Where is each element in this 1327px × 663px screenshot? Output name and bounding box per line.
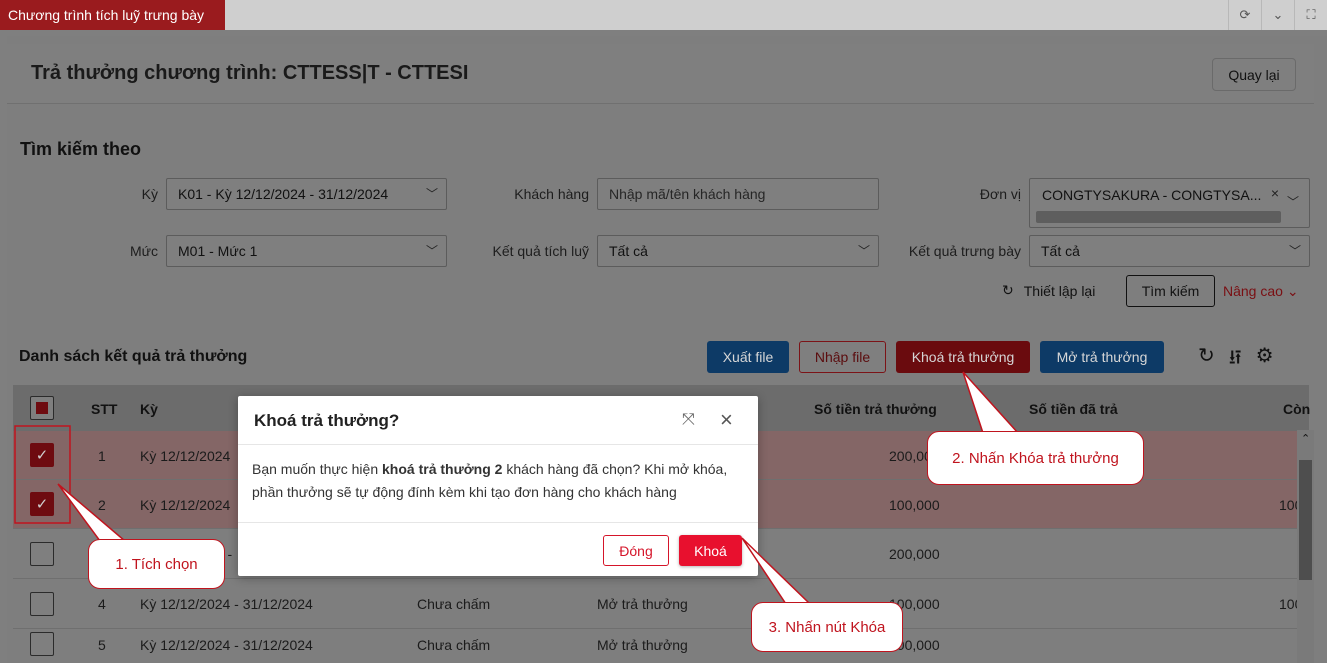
row-period: Kỳ 12/12/2024 [140,497,231,513]
accum-value: Tất cả [609,243,648,259]
table-vertical-scrollbar[interactable]: ⌃ [1297,430,1314,663]
row-checkbox[interactable]: ✓ [30,492,54,516]
export-button[interactable]: Xuất file [707,341,789,373]
row-checkbox[interactable] [30,592,54,616]
dialog-message-prefix: Bạn muốn thực hiện [252,461,383,477]
top-icons: ⟳ ⌄ ⛶ [1228,0,1327,30]
app-tab[interactable]: Chương trình tích luỹ trưng bày [0,0,225,30]
reset-label: Thiết lập lại [1023,282,1096,299]
dialog-message: Bạn muốn thực hiện khoá trả thưởng 2 khá… [252,458,747,504]
page-header: Trả thưởng chương trình: CTTESS|T - CTTE… [7,44,1314,104]
select-all-checkbox[interactable] [30,396,54,420]
horizontal-scrollbar[interactable] [1036,211,1281,223]
row-period: Kỳ 12/12/2024 - 31/12/2024 [140,637,313,653]
chevron-down-icon: ﹀ [425,187,438,201]
list-title: Danh sách kết quả trả thưởng [19,348,248,365]
level-value: M01 - Mức 1 [178,243,258,259]
table-row[interactable]: 5 Kỳ 12/12/2024 - 31/12/2024 Chưa chấm M… [13,629,1297,663]
row-checkbox[interactable] [30,542,54,566]
gear-icon[interactable]: ⚙ [1256,343,1274,377]
callout-step2: 2. Nhấn Khóa trả thưởng [927,431,1144,485]
scroll-thumb[interactable] [1299,460,1312,580]
lock-reward-button[interactable]: Khoá trả thưởng [896,341,1030,373]
period-value: K01 - Kỳ 12/12/2024 - 31/12/2024 [178,186,389,202]
row-status: Chưa chấm [417,596,491,612]
row-status: Chưa chấm [417,637,491,653]
callout-step1: 1. Tích chọn [88,539,225,589]
close-icon[interactable]: × [720,407,733,433]
reset-button[interactable]: ↻ Thiết lập lại [1002,282,1095,299]
row-stt: 1 [98,448,106,464]
row-pay-status: Mở trả thưởng [597,637,688,653]
search-button[interactable]: Tìm kiếm [1126,275,1215,307]
expand-icon[interactable]: ⤧ [682,411,695,429]
accum-label: Kết quả tích luỹ [492,243,589,259]
clear-icon[interactable]: × [1271,185,1279,201]
row-height-icon[interactable]: ⭿ [1229,343,1242,377]
page-title: Trả thưởng chương trình: CTTESS|T - CTTE… [31,62,469,84]
unlock-reward-button[interactable]: Mở trả thưởng [1040,341,1164,373]
refresh-icon[interactable]: ⟳ [1228,0,1261,30]
row-checkbox[interactable]: ✓ [30,443,54,467]
display-value: Tất cả [1041,243,1080,259]
customer-placeholder: Nhập mã/tên khách hàng [609,186,766,202]
reset-icon: ↻ [1002,282,1014,298]
row-reward: 200,000 [889,546,940,562]
chevron-down-icon: ﹀ [857,244,870,258]
back-button[interactable]: Quay lại [1212,58,1296,91]
lock-confirm-dialog: Khoá trả thưởng? ⤧ × Bạn muốn thực hiện … [238,396,758,576]
row-reward: 100,000 [889,497,940,513]
import-button[interactable]: Nhập file [799,341,886,373]
callout-step3: 3. Nhấn nút Khóa [751,602,903,652]
search-title: Tìm kiếm theo [20,139,142,159]
level-label: Mức [129,243,158,259]
row-checkbox[interactable] [30,632,54,656]
advanced-label: Nâng cao [1223,283,1283,299]
row-stt: 5 [98,637,106,653]
header-paid: Số tiền đã trả [1029,401,1118,417]
unit-chip: CONGTYSAKURA - CONGTYSA... [1042,187,1262,203]
top-bar: Chương trình tích luỹ trưng bày ⟳ ⌄ ⛶ [0,0,1327,30]
row-pay-status: Mở trả thưởng [597,596,688,612]
advanced-toggle[interactable]: Nâng cao ⌄ [1223,283,1299,300]
display-select[interactable]: Tất cả ﹀ [1029,235,1310,267]
dialog-title: Khoá trả thưởng? [254,411,400,430]
dialog-header: Khoá trả thưởng? ⤧ × [238,396,758,445]
row-period: Kỳ 12/12/2024 - 31/12/2024 [140,596,313,612]
unit-label: Đơn vị [979,186,1021,202]
level-select[interactable]: M01 - Mức 1 ﹀ [166,235,447,267]
display-label: Kết quả trưng bày [908,243,1021,259]
table-tools: ↻ ⭿ ⚙ [1198,343,1274,377]
row-stt: 4 [98,596,106,612]
row-period: Kỳ 12/12/2024 [140,448,231,464]
chevron-down-icon: ﹀ [1286,195,1299,209]
row-stt: 2 [98,497,106,513]
dialog-lock-button[interactable]: Khoá [679,535,742,566]
header-reward: Số tiền trả thưởng [814,401,937,417]
fullscreen-icon[interactable]: ⛶ [1294,0,1327,30]
chevron-down-icon: ﹀ [425,244,438,258]
dialog-message-bold: khoá trả thưởng 2 [382,461,503,477]
header-period: Kỳ [140,401,158,417]
header-stt: STT [91,401,118,417]
header-remain: Còn [1283,401,1311,417]
dialog-close-button[interactable]: Đóng [603,535,669,566]
chevron-down-icon: ﹀ [1288,244,1301,258]
chevron-down-icon[interactable]: ⌄ [1261,0,1294,30]
refresh-icon[interactable]: ↻ [1198,343,1215,377]
customer-label: Khách hàng [514,186,589,202]
customer-input[interactable]: Nhập mã/tên khách hàng [597,178,879,210]
unit-multiselect[interactable]: CONGTYSAKURA - CONGTYSA... × ﹀ [1029,178,1310,228]
accum-select[interactable]: Tất cả ﹀ [597,235,879,267]
chevron-down-icon: ⌄ [1286,283,1299,299]
period-label: Kỳ [141,186,158,202]
scroll-up-icon[interactable]: ⌃ [1301,432,1310,445]
dialog-footer: Đóng Khoá [238,522,758,576]
period-select[interactable]: K01 - Kỳ 12/12/2024 - 31/12/2024 ﹀ [166,178,447,210]
